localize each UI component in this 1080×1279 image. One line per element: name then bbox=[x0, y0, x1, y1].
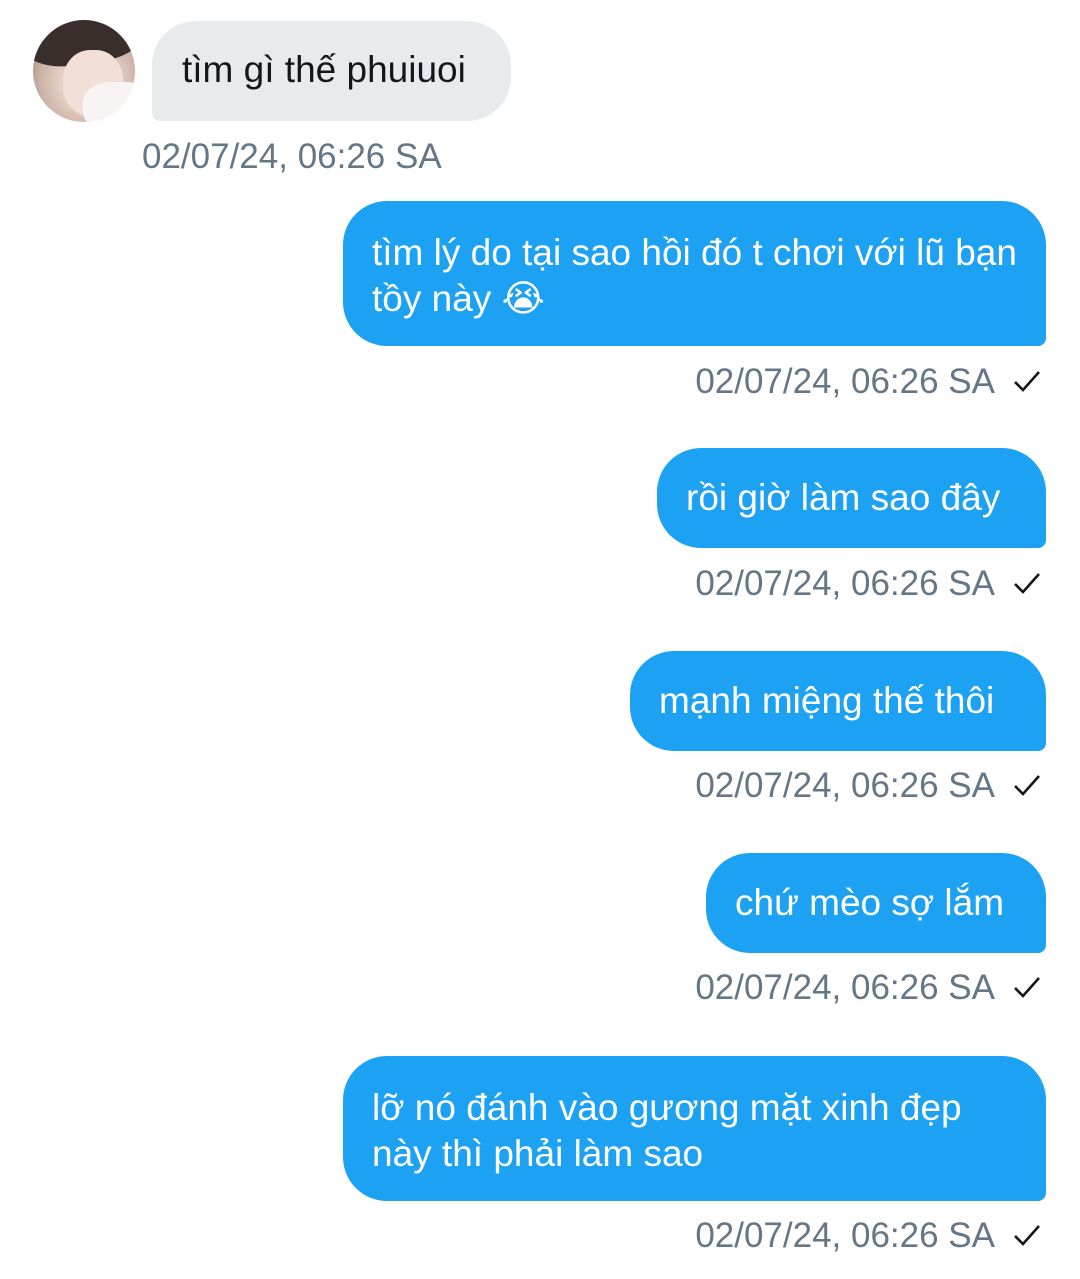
message-timestamp: 02/07/24, 06:26 SA bbox=[142, 137, 442, 176]
incoming-message-bubble[interactable]: tìm gì thế phuiuoi bbox=[152, 21, 511, 121]
message-text: mạnh miệng thế thôi bbox=[659, 680, 995, 721]
check-icon bbox=[1012, 1220, 1042, 1250]
check-icon bbox=[1012, 366, 1042, 396]
outgoing-message-bubble[interactable]: chứ mèo sợ lắm bbox=[706, 853, 1046, 953]
message-text: lỡ nó đánh vào gương mặt xinh đẹp này th… bbox=[372, 1087, 962, 1174]
avatar[interactable] bbox=[33, 20, 135, 122]
message-text: chứ mèo sợ lắm bbox=[735, 882, 1005, 923]
message-timestamp: 02/07/24, 06:26 SA bbox=[695, 766, 995, 805]
message-text: tìm lý do tại sao hồi đó t chơi với lũ b… bbox=[372, 232, 1017, 319]
check-icon bbox=[1012, 770, 1042, 800]
outgoing-message-bubble[interactable]: tìm lý do tại sao hồi đó t chơi với lũ b… bbox=[343, 201, 1046, 346]
message-text: tìm gì thế phuiuoi bbox=[182, 49, 466, 90]
outgoing-message-bubble[interactable]: rồi giờ làm sao đây bbox=[657, 448, 1046, 548]
message-timestamp: 02/07/24, 06:26 SA bbox=[695, 362, 995, 401]
message-timestamp: 02/07/24, 06:26 SA bbox=[695, 1216, 995, 1255]
outgoing-message-bubble[interactable]: mạnh miệng thế thôi bbox=[630, 651, 1046, 751]
message-timestamp: 02/07/24, 06:26 SA bbox=[695, 968, 995, 1007]
message-timestamp: 02/07/24, 06:26 SA bbox=[695, 564, 995, 603]
message-text: rồi giờ làm sao đây bbox=[686, 477, 1001, 518]
outgoing-message-bubble[interactable]: lỡ nó đánh vào gương mặt xinh đẹp này th… bbox=[343, 1056, 1046, 1201]
check-icon bbox=[1012, 972, 1042, 1002]
check-icon bbox=[1012, 568, 1042, 598]
